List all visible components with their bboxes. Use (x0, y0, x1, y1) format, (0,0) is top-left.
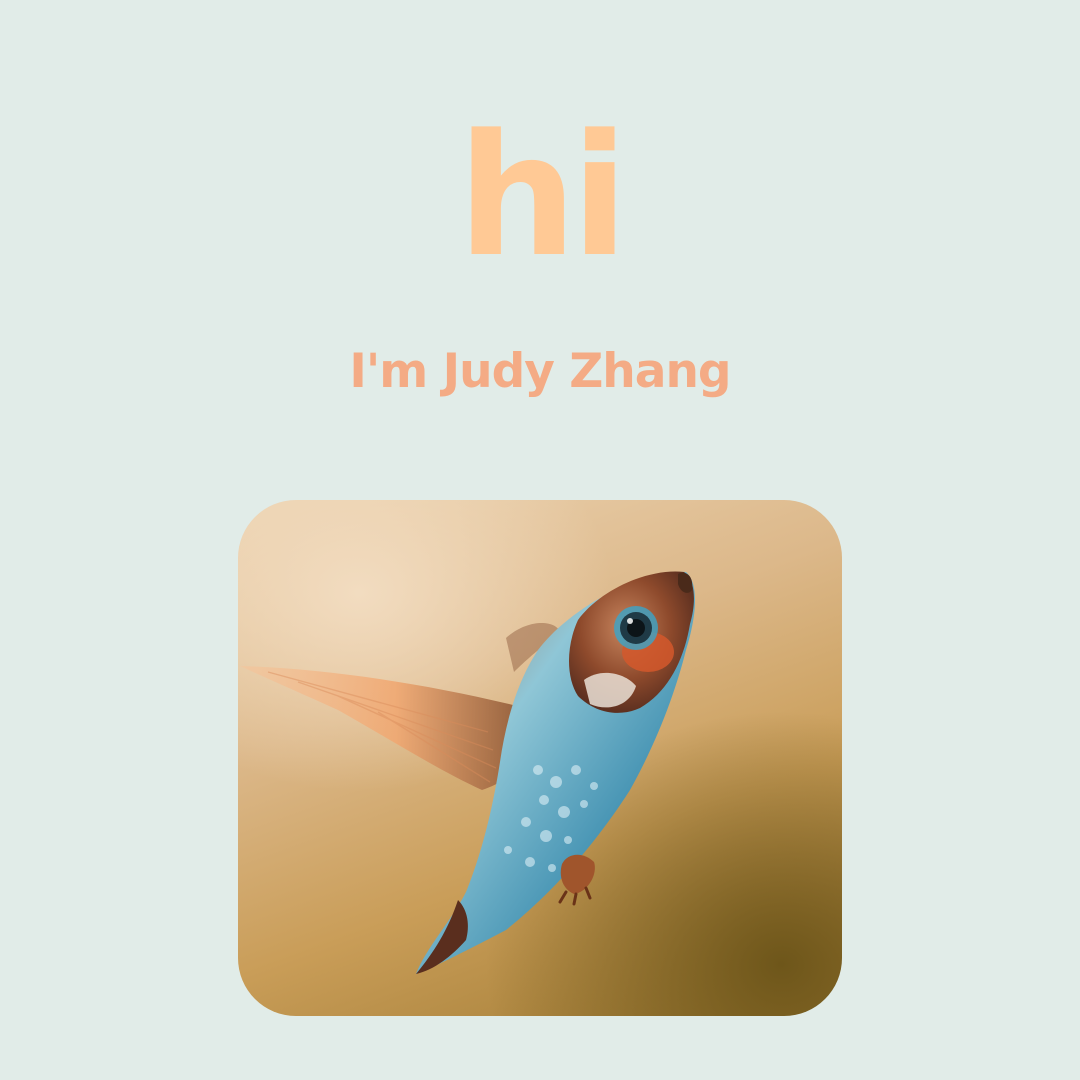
hero-name: I'm Judy Zhang (349, 344, 731, 399)
hero-greeting: hi (457, 98, 628, 294)
profile-photo (238, 500, 842, 1016)
hummingbird-illustration (240, 571, 696, 974)
